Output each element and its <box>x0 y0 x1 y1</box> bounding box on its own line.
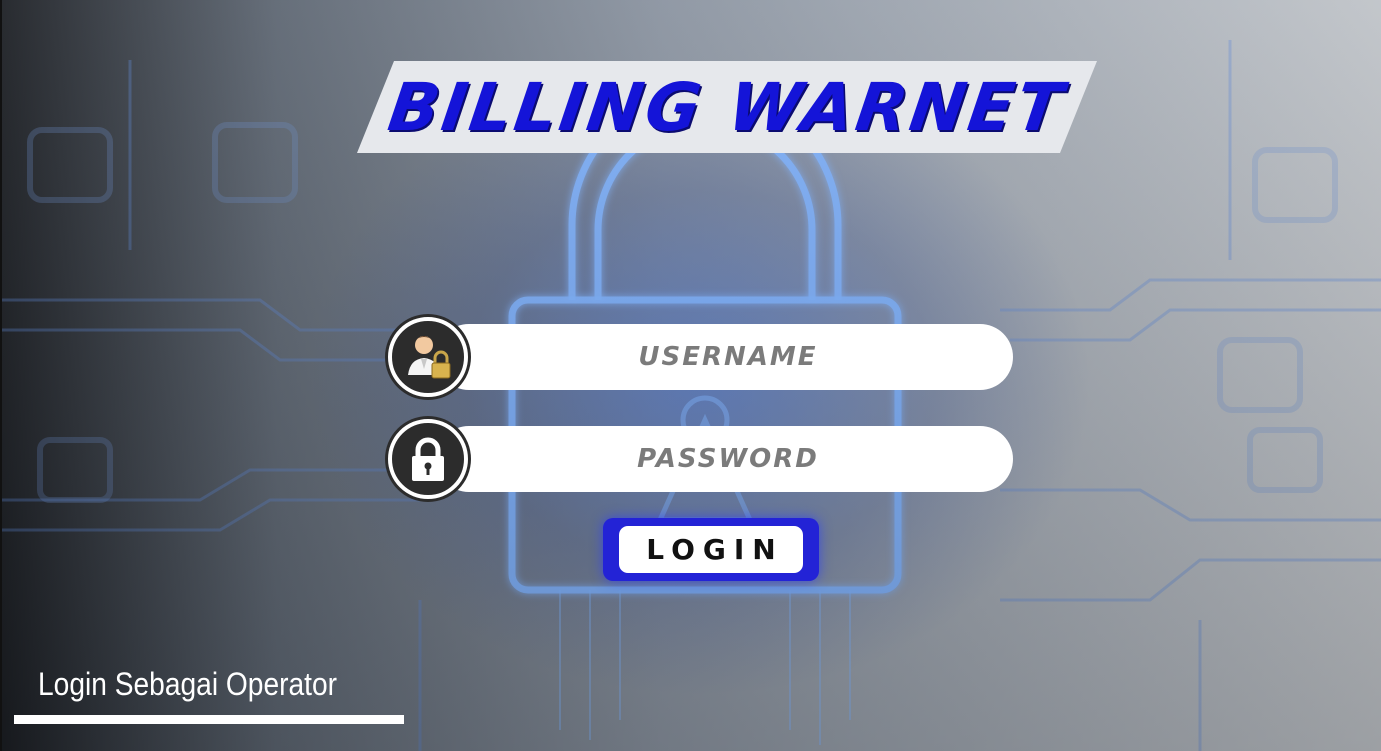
password-input[interactable] <box>528 426 928 492</box>
username-input[interactable] <box>528 324 928 390</box>
login-as-operator-link[interactable]: Login Sebagai Operator <box>38 666 337 710</box>
app-title: BILLING WARNET <box>383 68 1071 146</box>
username-field[interactable] <box>388 317 1013 397</box>
operator-link-underline <box>14 715 404 724</box>
login-button[interactable]: LOGIN <box>603 518 819 581</box>
user-lock-icon <box>388 317 468 397</box>
padlock-icon <box>388 419 468 499</box>
login-button-label: LOGIN <box>619 526 803 573</box>
window-frame-edge <box>0 0 2 751</box>
password-field[interactable] <box>388 419 1013 499</box>
login-screen: BILLING WARNET USERNAME LOGIN Login Seba… <box>0 0 1381 751</box>
